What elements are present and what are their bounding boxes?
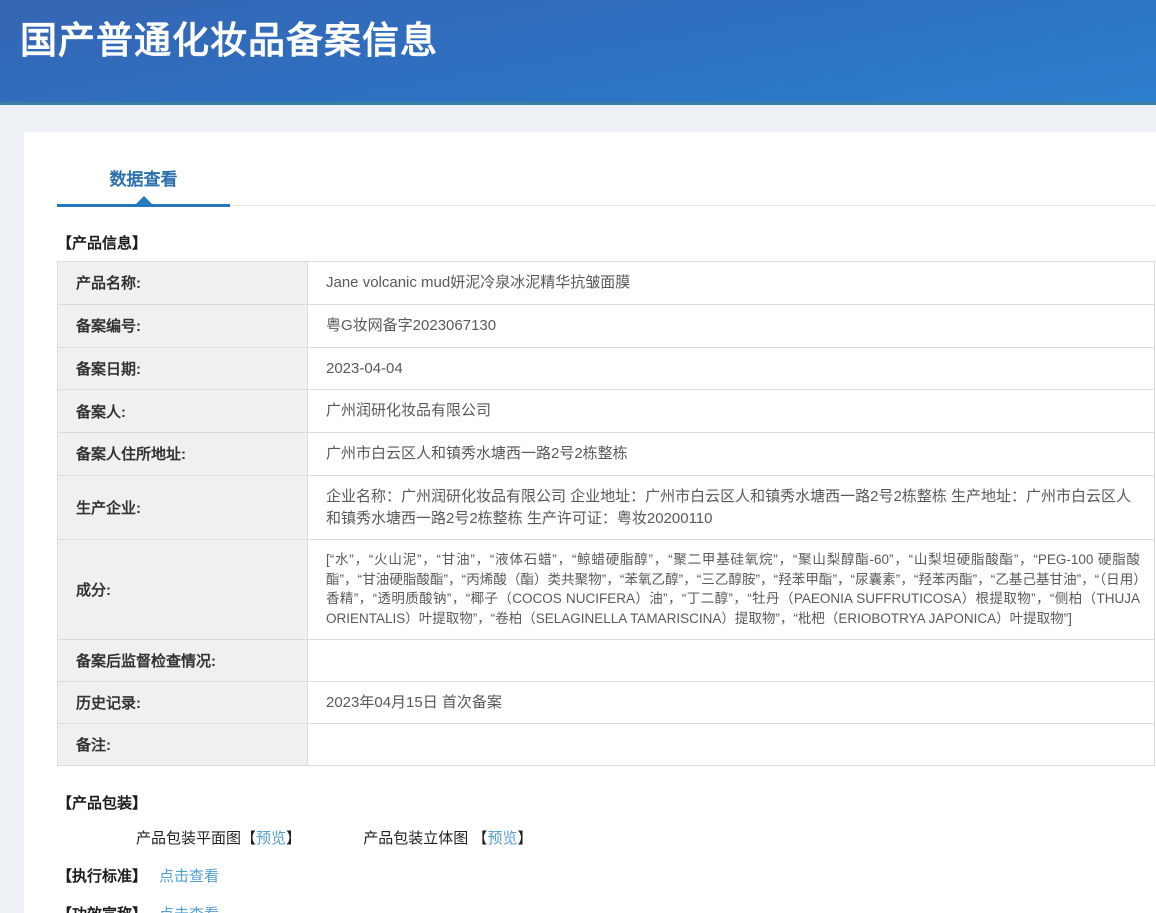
row-label: 成分: <box>58 540 308 639</box>
package-flat-label: 产品包装平面图 <box>136 830 241 847</box>
tab-bar: 数据查看 <box>57 165 1155 206</box>
package-flat-preview-link[interactable]: 预览 <box>256 830 286 847</box>
efficacy-claim-view-link[interactable]: 点击查看 <box>159 906 219 913</box>
product-info-heading: 【产品信息】 <box>57 232 1155 253</box>
table-row-history: 历史记录: 2023年04月15日 首次备案 <box>58 681 1155 724</box>
table-row-remarks: 备注: <box>58 724 1155 766</box>
row-value: [“水”，“火山泥”，“甘油”，“液体石蜡”，“鲸蜡硬脂醇”，“聚二甲基硅氧烷”… <box>308 540 1155 639</box>
row-label: 历史记录: <box>58 681 308 724</box>
efficacy-claim-row: 【功效宣称】 点击查看 <box>57 903 1155 913</box>
package-row: 产品包装平面图【预览】 产品包装立体图 【预览】 <box>57 827 1155 848</box>
row-value: 企业名称：广州润研化妆品有限公司 企业地址：广州市白云区人和镇秀水塘西一路2号2… <box>308 475 1155 540</box>
table-row-registrant: 备案人: 广州润研化妆品有限公司 <box>58 390 1155 433</box>
package-solid-preview-link[interactable]: 预览 <box>487 830 517 847</box>
row-value: 广州市白云区人和镇秀水塘西一路2号2栋整栋 <box>308 433 1155 476</box>
table-row-product-name: 产品名称: Jane volcanic mud妍泥冷泉冰泥精华抗皱面膜 <box>58 262 1155 305</box>
efficacy-claim-heading: 【功效宣称】 <box>57 903 147 913</box>
bracket-close: 】 <box>517 830 532 847</box>
bracket-close: 】 <box>286 830 301 847</box>
row-label: 备案后监督检查情况: <box>58 639 308 681</box>
exec-standard-view-link[interactable]: 点击查看 <box>159 868 219 885</box>
row-value: Jane volcanic mud妍泥冷泉冰泥精华抗皱面膜 <box>308 262 1155 305</box>
row-value: 粤G妆网备字2023067130 <box>308 304 1155 347</box>
bracket-open: 【 <box>472 830 487 847</box>
exec-standard-row: 【执行标准】点击查看 <box>57 865 1155 886</box>
row-label: 备注: <box>58 724 308 766</box>
table-row-supervision: 备案后监督检查情况: <box>58 639 1155 681</box>
row-value: 2023年04月15日 首次备案 <box>308 681 1155 724</box>
row-label: 备案日期: <box>58 347 308 390</box>
table-row-manufacturer: 生产企业: 企业名称：广州润研化妆品有限公司 企业地址：广州市白云区人和镇秀水塘… <box>58 475 1155 540</box>
package-flat-item: 产品包装平面图【预览】 <box>136 830 305 847</box>
product-info-table: 产品名称: Jane volcanic mud妍泥冷泉冰泥精华抗皱面膜 备案编号… <box>57 261 1155 766</box>
row-label: 备案人住所地址: <box>58 433 308 476</box>
row-value <box>308 724 1155 766</box>
row-value: 2023-04-04 <box>308 347 1155 390</box>
exec-standard-heading: 【执行标准】 <box>57 865 147 886</box>
row-label: 备案人: <box>58 390 308 433</box>
tab-data-view[interactable]: 数据查看 <box>57 165 230 207</box>
bracket-open: 【 <box>241 830 256 847</box>
table-row-ingredients: 成分: [“水”，“火山泥”，“甘油”，“液体石蜡”，“鲸蜡硬脂醇”，“聚二甲基… <box>58 540 1155 639</box>
package-solid-label: 产品包装立体图 <box>363 830 468 847</box>
content-card: 数据查看 【产品信息】 产品名称: Jane volcanic mud妍泥冷泉冰… <box>24 132 1156 913</box>
table-row-registrant-address: 备案人住所地址: 广州市白云区人和镇秀水塘西一路2号2栋整栋 <box>58 433 1155 476</box>
package-solid-item: 产品包装立体图 【预览】 <box>363 830 532 847</box>
row-value <box>308 639 1155 681</box>
table-row-registration-date: 备案日期: 2023-04-04 <box>58 347 1155 390</box>
page-title: 国产普通化妆品备案信息 <box>20 10 1156 64</box>
row-label: 生产企业: <box>58 475 308 540</box>
row-label: 产品名称: <box>58 262 308 305</box>
row-label: 备案编号: <box>58 304 308 347</box>
table-row-registration-number: 备案编号: 粤G妆网备字2023067130 <box>58 304 1155 347</box>
product-package-heading: 【产品包装】 <box>57 792 1155 813</box>
page-header: 国产普通化妆品备案信息 <box>0 0 1156 105</box>
tab-data-view-label: 数据查看 <box>110 170 178 189</box>
row-value: 广州润研化妆品有限公司 <box>308 390 1155 433</box>
page: 国产普通化妆品备案信息 数据查看 【产品信息】 产品名称: Jane volca… <box>0 0 1156 913</box>
